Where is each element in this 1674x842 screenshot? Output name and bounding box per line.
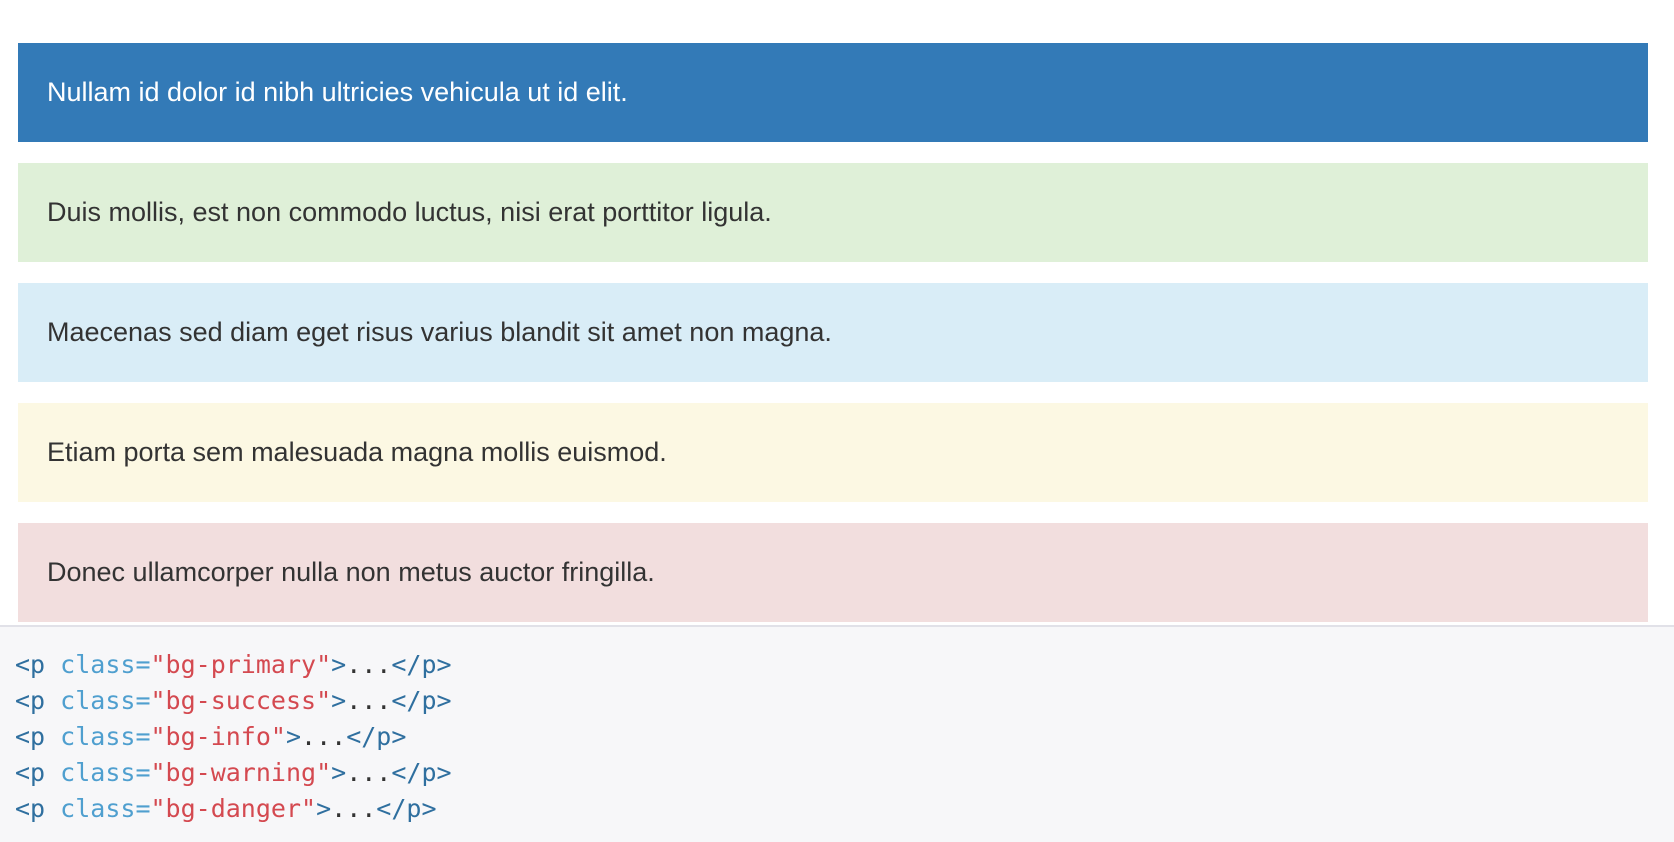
code-tag-close: > xyxy=(285,722,302,751)
code-tag-end: </p> xyxy=(346,722,407,751)
code-tag-close: > xyxy=(331,650,347,679)
code-attr-name: class xyxy=(60,650,136,679)
code-attr-value: "bg-success" xyxy=(150,686,332,715)
bg-danger-paragraph: Donec ullamcorper nulla non metus auctor… xyxy=(18,523,1648,622)
contextual-backgrounds-example: Nullam id dolor id nibh ultricies vehicu… xyxy=(0,0,1674,625)
code-line-info: <p class="bg-info">...</p> xyxy=(15,719,452,755)
code-tag-open: <p xyxy=(15,650,46,679)
code-line-success: <p class="bg-success">...</p> xyxy=(15,683,452,719)
code-attr-name: class xyxy=(60,686,136,715)
code-attr-value: "bg-warning" xyxy=(150,758,332,787)
bg-info-paragraph: Maecenas sed diam eget risus varius blan… xyxy=(18,283,1648,382)
code-tag-close: > xyxy=(331,686,347,715)
code-tag-open: <p xyxy=(15,686,46,715)
code-block: <p class="bg-primary">...</p> <p class="b… xyxy=(15,647,452,827)
code-attr-value: "bg-info" xyxy=(150,722,286,751)
code-content: ... xyxy=(331,794,377,823)
code-attr-name: class xyxy=(60,794,136,823)
code-tag-close: > xyxy=(331,758,347,787)
code-equals: = xyxy=(135,794,151,823)
code-tag-open: <p xyxy=(15,758,46,787)
code-content: ... xyxy=(346,758,392,787)
code-tag-end: </p> xyxy=(391,650,452,679)
code-attr-name: class xyxy=(60,722,136,751)
code-tag-open: <p xyxy=(15,794,46,823)
code-content: ... xyxy=(346,650,392,679)
code-attr-value: "bg-primary" xyxy=(150,650,332,679)
code-tag-end: </p> xyxy=(391,758,452,787)
bg-primary-paragraph: Nullam id dolor id nibh ultricies vehicu… xyxy=(18,43,1648,142)
bg-success-paragraph: Duis mollis, est non commodo luctus, nis… xyxy=(18,163,1648,262)
code-equals: = xyxy=(135,686,151,715)
code-equals: = xyxy=(135,722,151,751)
code-equals: = xyxy=(135,758,151,787)
code-content: ... xyxy=(346,686,392,715)
code-line-primary: <p class="bg-primary">...</p> xyxy=(15,647,452,683)
code-tag-close: > xyxy=(316,794,332,823)
code-equals: = xyxy=(135,650,151,679)
code-snippet: <p class="bg-primary">...</p> <p class="b… xyxy=(0,625,1674,842)
code-line-warning: <p class="bg-warning">...</p> xyxy=(15,755,452,791)
code-tag-end: </p> xyxy=(391,686,452,715)
code-attr-value: "bg-danger" xyxy=(150,794,317,823)
code-tag-open: <p xyxy=(15,722,46,751)
code-line-danger: <p class="bg-danger">...</p> xyxy=(15,791,452,827)
code-attr-name: class xyxy=(60,758,136,787)
code-content: ... xyxy=(301,722,347,751)
bg-warning-paragraph: Etiam porta sem malesuada magna mollis e… xyxy=(18,403,1648,502)
code-tag-end: </p> xyxy=(376,794,437,823)
